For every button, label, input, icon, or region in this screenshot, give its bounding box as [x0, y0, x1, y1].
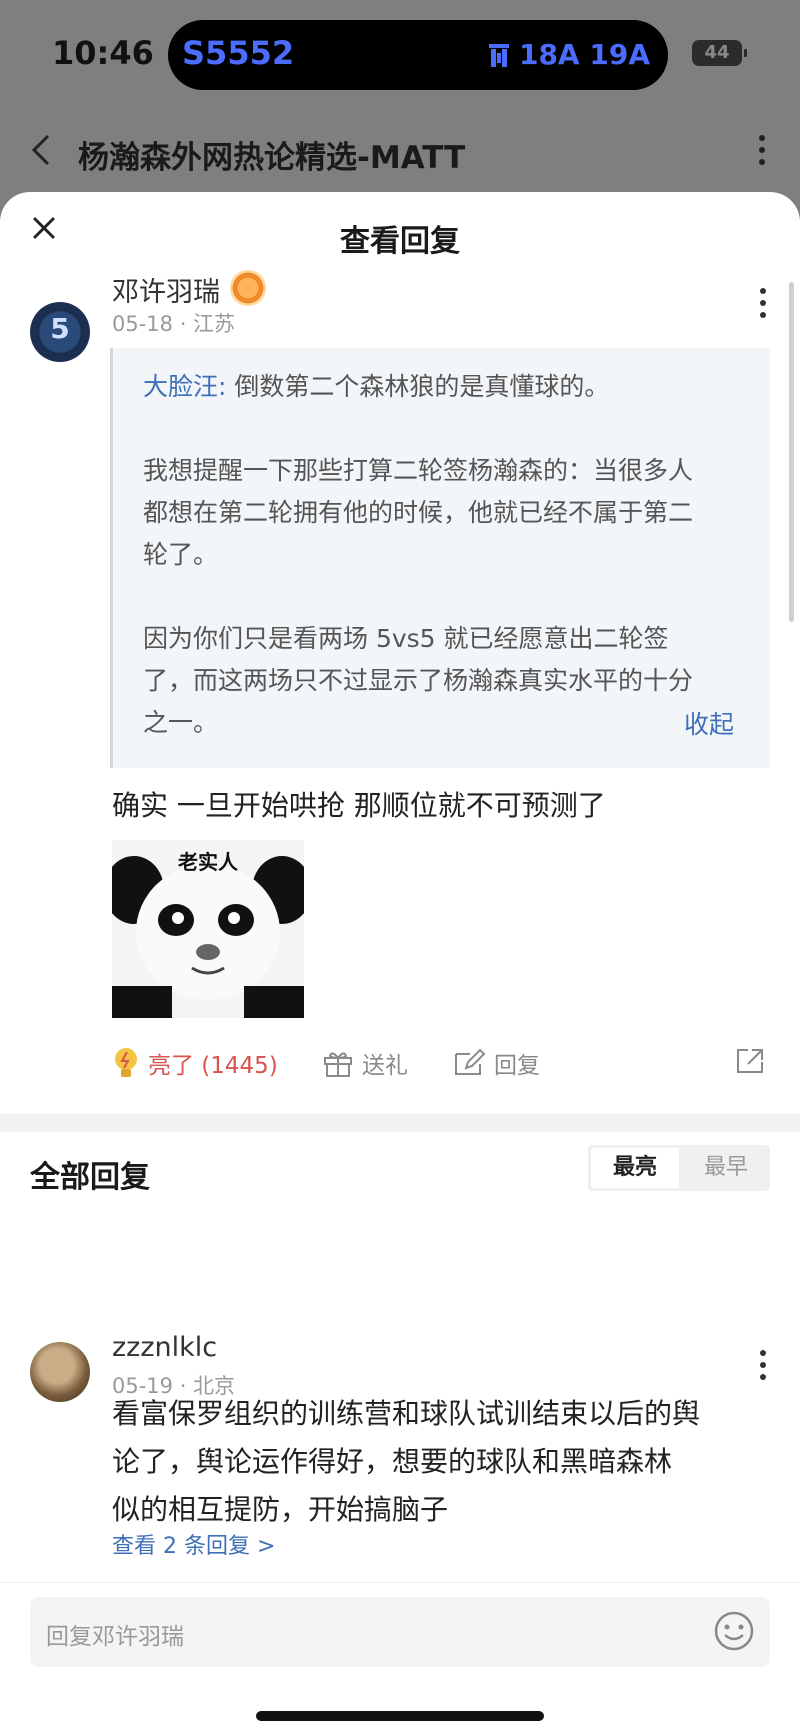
- status-bar: 10:46 S5552 18A 19A 44: [0, 0, 800, 110]
- user-badge-icon: [230, 270, 266, 306]
- back-arrow-icon[interactable]: [26, 128, 56, 172]
- comment-username[interactable]: 邓许羽瑞: [112, 270, 220, 309]
- gift-icon: [324, 1052, 352, 1077]
- like-count: 亮了 (1445): [148, 1053, 278, 1079]
- quote-paragraph-1: 大脸汪: 倒数第二个森林狼的是真懂球的。: [143, 372, 610, 401]
- comment-more-icon[interactable]: [758, 288, 768, 322]
- home-indicator: [256, 1711, 544, 1721]
- gift-button[interactable]: 送礼: [322, 1046, 408, 1080]
- reply-more-icon[interactable]: [758, 1350, 768, 1384]
- page-header: 杨瀚森外网热论精选-MATT: [0, 110, 800, 192]
- avatar[interactable]: [30, 1342, 90, 1402]
- page-title: 杨瀚森外网热论精选-MATT: [78, 140, 466, 176]
- sort-toggle[interactable]: 最亮 最早: [588, 1145, 770, 1191]
- sort-hottest[interactable]: 最亮: [591, 1148, 679, 1188]
- avatar[interactable]: [30, 302, 90, 362]
- dynamic-island[interactable]: S5552 18A 19A: [168, 20, 668, 90]
- quote-paragraph-3: 因为你们只是看两场 5vs5 就已经愿意出二轮签 了，而这两场只不过显示了杨瀚森…: [143, 624, 694, 737]
- lightbulb-icon: [115, 1048, 137, 1077]
- quoted-comment: 大脸汪: 倒数第二个森林狼的是真懂球的。 我想提醒一下那些打算二轮签杨瀚森的：当…: [110, 348, 770, 768]
- comment-actions: 亮了 (1445) 送礼 回复: [112, 1046, 772, 1094]
- edit-reply-icon: [455, 1048, 486, 1075]
- more-options-icon[interactable]: [754, 132, 770, 168]
- collapse-button[interactable]: 收起: [684, 704, 734, 746]
- share-icon: [737, 1049, 763, 1073]
- gift-label: 送礼: [362, 1053, 408, 1079]
- reply-body: 看富保罗组织的训练营和球队试训结束以后的舆 论了，舆论运作得好，想要的球队和黑暗…: [112, 1397, 701, 1526]
- reply-username[interactable]: zzznlklc: [112, 1332, 217, 1363]
- reply-input[interactable]: 回复邓许羽瑞: [30, 1597, 770, 1667]
- sticker-caption: 老实人: [178, 850, 238, 874]
- status-time: 10:46: [52, 34, 154, 72]
- island-gate-info: 18A 19A: [487, 38, 650, 71]
- scrollbar[interactable]: [789, 282, 794, 622]
- reply-sheet: 查看回复 邓许羽瑞 05-18 · 江苏 大脸汪: 倒数第二个森林狼的是真懂球的…: [0, 192, 800, 1734]
- panda-sticker-image[interactable]: 老实人: [112, 840, 304, 1018]
- reply-label: 回复: [494, 1053, 540, 1079]
- quote-author[interactable]: 大脸汪:: [143, 372, 226, 401]
- view-more-replies-link[interactable]: 查看 2 条回复 >: [112, 1528, 275, 1560]
- comment-meta: 05-18 · 江苏: [112, 312, 236, 336]
- section-divider: [0, 1114, 800, 1132]
- island-flight-number: S5552: [182, 34, 295, 72]
- share-button[interactable]: [734, 1046, 766, 1076]
- reply-input-placeholder: 回复邓许羽瑞: [46, 1624, 184, 1650]
- gate-icon: [488, 43, 509, 67]
- sort-earliest[interactable]: 最早: [682, 1145, 770, 1191]
- like-button[interactable]: 亮了 (1445): [112, 1046, 278, 1080]
- reply-button[interactable]: 回复: [452, 1046, 540, 1080]
- emoji-icon[interactable]: [712, 1609, 756, 1653]
- battery-indicator: 44: [692, 40, 747, 66]
- reply-input-bar: 回复邓许羽瑞: [0, 1582, 800, 1734]
- sheet-title: 查看回复: [340, 224, 460, 259]
- island-gate-text: 18A 19A: [518, 38, 650, 71]
- all-replies-title: 全部回复: [30, 1160, 150, 1195]
- quote-paragraph-2: 我想提醒一下那些打算二轮签杨瀚森的：当很多人 都想在第二轮拥有他的时候，他就已经…: [143, 456, 694, 569]
- comment-body: 确实 一旦开始哄抢 那顺位就不可预测了: [112, 789, 606, 822]
- sheet-header: 查看回复: [0, 192, 800, 276]
